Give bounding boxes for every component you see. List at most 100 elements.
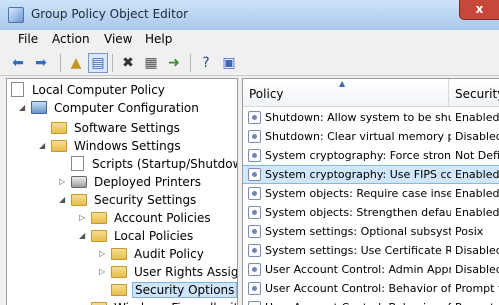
tree-item-label: Local Computer Policy — [32, 83, 165, 97]
collapse-arrow-icon[interactable]: ◢ — [79, 227, 85, 245]
policy-setting: Posix — [455, 225, 484, 238]
folder-icon — [91, 229, 107, 242]
back-button[interactable]: ⬅ — [8, 53, 28, 73]
policy-setting: Not Defined — [455, 149, 499, 162]
policy-row[interactable]: System settings: Use Certificate Rules o… — [243, 241, 499, 260]
policy-setting: Prompt for consent — [455, 282, 499, 295]
tree-item-audit-policy[interactable]: ▷ Audit Policy — [99, 245, 206, 263]
policy-name: User Account Control: Admin Approval Mod… — [265, 263, 451, 276]
collapse-arrow-icon[interactable]: ◢ — [39, 137, 45, 155]
folder-icon — [51, 139, 67, 152]
tree-item-user-rights-assignment[interactable]: ▷ User Rights Assignment — [99, 263, 238, 281]
policy-list[interactable]: ▲ Policy Security Setting Shutdown: Allo… — [242, 78, 499, 305]
policy-row[interactable]: User Account Control: Admin Approval Mod… — [243, 260, 499, 279]
window-title: Group Policy Object Editor — [31, 7, 189, 21]
doc-icon — [11, 82, 24, 97]
menu-file[interactable]: File — [18, 32, 38, 46]
policy-setting: Disabled — [455, 244, 499, 257]
up-folder-icon: ▲ — [70, 55, 82, 71]
tree-item-deployed-printers[interactable]: ▷ Deployed Printers — [59, 173, 203, 191]
policy-row[interactable]: Shutdown: Clear virtual memory pagefile D… — [243, 127, 499, 146]
policy-icon — [248, 282, 261, 295]
tree-item-label: Account Policies — [114, 211, 211, 225]
menu-help[interactable]: Help — [145, 32, 172, 46]
policy-row[interactable]: System objects: Strengthen default permi… — [243, 203, 499, 222]
forward-icon: ➡ — [35, 55, 47, 71]
menu-view[interactable]: View — [104, 32, 132, 46]
folder-icon — [111, 265, 127, 278]
column-header-security-setting[interactable]: Security Setting — [449, 79, 499, 107]
toolbar-separator — [112, 54, 113, 72]
doc-icon — [71, 156, 84, 171]
tree-item-label: User Rights Assignment — [134, 265, 238, 279]
policy-row[interactable]: System objects: Require case insensitivi… — [243, 184, 499, 203]
help-icon: ? — [202, 55, 210, 71]
tree-item-label: Windows Firewall with Advanced Security — [112, 301, 237, 305]
properties-icon: ▦ — [144, 55, 158, 71]
expand-arrow-icon[interactable]: ▷ — [99, 245, 105, 263]
expand-arrow-icon[interactable]: ▷ — [99, 263, 105, 281]
policy-name: System cryptography: Force strong key pr… — [265, 149, 451, 162]
policy-icon — [248, 244, 261, 257]
tree-item-local-policies[interactable]: ◢ Local Policies — [79, 227, 195, 245]
toolbar: ⬅ ➡ ▲ ▤ ✖ ▦ ➜? ▣ — [0, 50, 499, 76]
collapse-arrow-icon[interactable]: ◢ — [59, 191, 65, 209]
tree-item-security-settings[interactable]: ◢ Security Settings — [59, 191, 198, 209]
toolbar-separator — [190, 54, 191, 72]
folder-icon — [71, 193, 87, 206]
policy-icon — [248, 111, 261, 124]
policy-row[interactable]: System settings: Optional subsystems Posi… — [243, 222, 499, 241]
policy-row[interactable]: User Account Control: Behavior of the el… — [243, 279, 499, 298]
policy-setting: Enabled — [455, 206, 499, 219]
show-hide-tree-button[interactable]: ▤ — [88, 53, 108, 73]
tree-item-label: Security Settings — [94, 193, 197, 207]
tree-item-account-policies[interactable]: ▷ Account Policies — [79, 209, 213, 227]
export-list-button[interactable]: ➜ — [164, 53, 184, 73]
policy-name: System objects: Strengthen default permi… — [265, 206, 451, 219]
policy-icon — [248, 225, 261, 238]
tree-item-windows-settings[interactable]: ◢ Windows Settings — [39, 137, 183, 155]
folder-icon — [91, 211, 107, 224]
policy-setting: Enabled — [455, 111, 499, 124]
policy-setting: Disabled — [455, 263, 499, 276]
policy-row[interactable]: User Account Control: Behavior of the el… — [243, 298, 499, 305]
policy-name: Shutdown: Allow system to be shut down w… — [265, 111, 451, 124]
policy-icon — [248, 130, 261, 143]
policy-name: System objects: Require case insensitivi… — [265, 187, 451, 200]
policy-row[interactable]: System cryptography: Force strong key pr… — [243, 146, 499, 165]
tree-item-software-settings[interactable]: Software Settings — [51, 119, 182, 137]
tree-item-computer-configuration[interactable]: ◢ Computer Configuration — [19, 99, 201, 117]
policy-row[interactable]: Shutdown: Allow system to be shut down w… — [243, 108, 499, 127]
policy-name: System cryptography: Use FIPS compliant … — [265, 168, 451, 181]
collapse-arrow-icon[interactable]: ◢ — [19, 99, 25, 117]
policy-row[interactable]: System cryptography: Use FIPS compliant … — [243, 165, 499, 184]
tree-item-scripts-startup-shutdown[interactable]: Scripts (Startup/Shutdown) — [71, 155, 237, 173]
menu-action[interactable]: Action — [52, 32, 90, 46]
help-button[interactable]: ? — [196, 53, 216, 73]
policy-name: Shutdown: Clear virtual memory pagefile — [265, 130, 451, 143]
properties-button[interactable]: ▦ — [141, 53, 161, 73]
app-icon — [8, 7, 24, 23]
policy-setting: Enabled — [455, 187, 499, 200]
expand-arrow-icon[interactable]: ▷ — [79, 209, 85, 227]
expand-arrow-icon[interactable]: ▷ — [79, 299, 85, 305]
delete-icon: ✖ — [122, 55, 134, 71]
column-header-policy[interactable]: ▲ Policy — [243, 79, 449, 107]
up-folder-button[interactable]: ▲ — [66, 53, 86, 73]
policy-icon — [248, 149, 261, 162]
console-button[interactable]: ▣ — [219, 53, 239, 73]
policy-name: User Account Control: Behavior of the el… — [265, 282, 451, 295]
policy-setting: Prompt for credentials — [455, 298, 499, 305]
tree-item-local-computer-policy[interactable]: Local Computer Policy — [11, 81, 167, 99]
policy-name: User Account Control: Behavior of the el… — [265, 298, 451, 305]
column-header-label: Security Setting — [455, 87, 499, 101]
tree-item-security-options[interactable]: Security Options — [111, 281, 237, 299]
close-button[interactable]: x — [459, 0, 499, 20]
expand-arrow-icon[interactable]: ▷ — [59, 173, 65, 191]
forward-button[interactable]: ➡ — [31, 53, 51, 73]
tree-item-windows-firewall-with-advanced-security[interactable]: ▷ Windows Firewall with Advanced Security — [79, 299, 237, 305]
policy-icon — [248, 263, 261, 276]
policy-icon — [248, 168, 261, 181]
console-tree[interactable]: Local Computer Policy ◢ Computer Configura… — [6, 78, 238, 305]
delete-button[interactable]: ✖ — [118, 53, 138, 73]
